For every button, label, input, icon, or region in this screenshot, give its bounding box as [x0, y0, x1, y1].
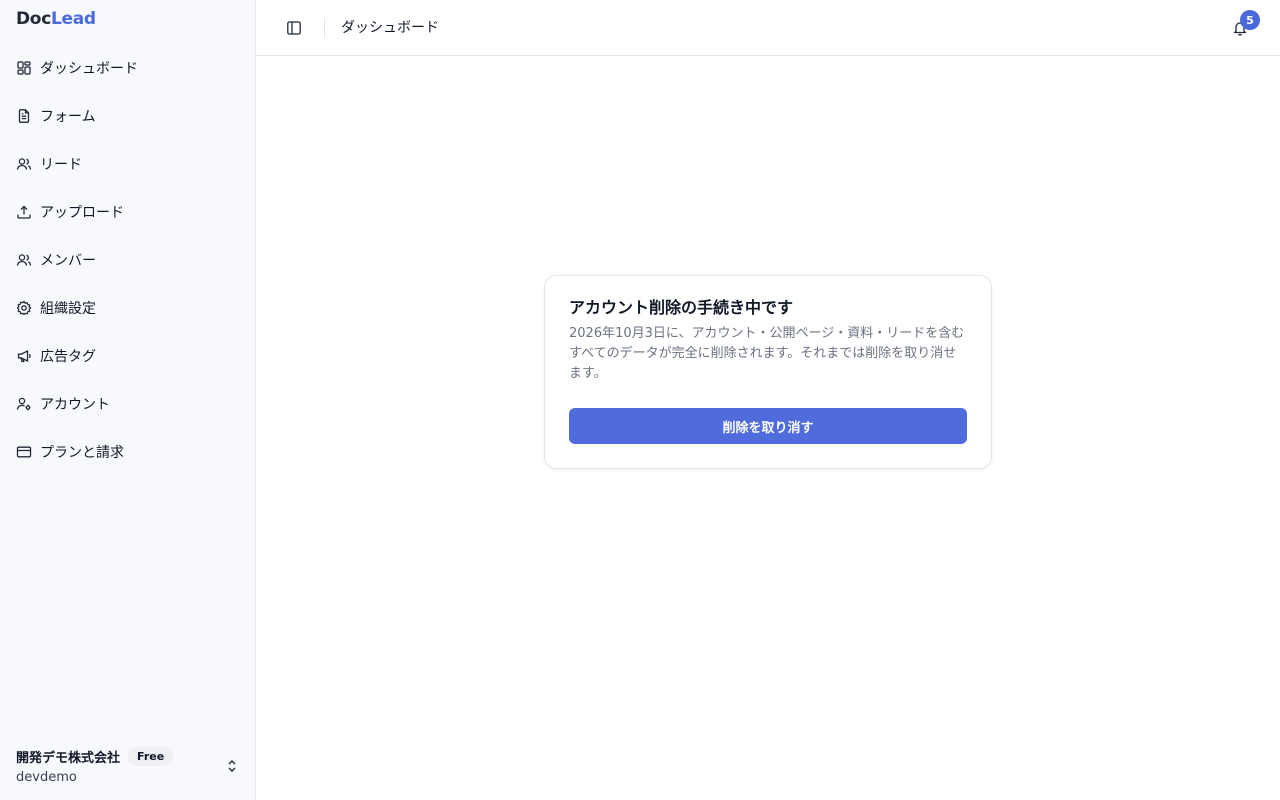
users-icon [16, 252, 32, 268]
deletion-pending-card: アカウント削除の手続き中です 2026年10月3日に、アカウント・公開ページ・資… [544, 275, 992, 469]
brand-logo[interactable]: DocLead [16, 8, 96, 30]
sidebar-item-label: プランと請求 [40, 445, 124, 461]
sidebar-item-upload[interactable]: アップロード [8, 188, 248, 236]
document-icon [16, 108, 32, 124]
card-title: アカウント削除の手続き中です [569, 298, 794, 317]
sidebar-item-label: アカウント [40, 397, 110, 413]
sidebar-item-label: 広告タグ [40, 349, 96, 365]
dashboard-icon [16, 60, 32, 76]
sidebar-toggle-icon[interactable] [282, 16, 306, 40]
sidebar-item-ad-tags[interactable]: 広告タグ [8, 332, 248, 380]
brand-logo-part1: Doc [16, 9, 51, 29]
sidebar-item-label: リード [40, 157, 82, 173]
sidebar-item-label: ダッシュボード [40, 61, 138, 77]
cancel-deletion-button[interactable]: 削除を取り消す [569, 408, 967, 444]
plan-badge: Free [128, 747, 174, 766]
header-divider [324, 18, 325, 38]
sidebar-item-leads[interactable]: リード [8, 140, 248, 188]
card-description: 2026年10月3日に、アカウント・公開ページ・資料・リードを含むすべてのデータ… [569, 326, 965, 381]
org-slug: devdemo [16, 770, 77, 785]
sidebar-item-members[interactable]: メンバー [8, 236, 248, 284]
org-name: 開発デモ株式会社 [16, 751, 121, 766]
app-root: DocLead ダッシュボード フォーム リード アップロード メンバー 組織設… [0, 0, 1280, 800]
sidebar-item-label: 組織設定 [40, 301, 96, 317]
sidebar-item-label: アップロード [40, 205, 124, 221]
main-content: ダッシュボード 5 アカウント削除の手続き中です 2026年10月3日に、アカウ… [256, 0, 1280, 800]
sidebar-item-label: メンバー [40, 253, 96, 269]
org-info: 開発デモ株式会社 Free devdemo [16, 747, 224, 785]
sidebar-nav: ダッシュボード フォーム リード アップロード メンバー 組織設定 広告タグ ア… [8, 44, 248, 476]
chevrons-up-down-icon[interactable] [224, 758, 240, 774]
megaphone-icon [16, 348, 32, 364]
sidebar-item-forms[interactable]: フォーム [8, 92, 248, 140]
sidebar-item-billing[interactable]: プランと請求 [8, 428, 248, 476]
credit-card-icon [16, 444, 32, 460]
page-title: ダッシュボード [341, 20, 439, 36]
user-cog-icon [16, 396, 32, 412]
users-icon [16, 156, 32, 172]
top-bar: ダッシュボード 5 [256, 0, 1280, 56]
upload-icon [16, 204, 32, 220]
brand-logo-part2: Lead [50, 9, 96, 29]
sidebar-item-label: フォーム [40, 109, 96, 125]
sidebar: DocLead ダッシュボード フォーム リード アップロード メンバー 組織設… [0, 0, 256, 800]
sidebar-item-account[interactable]: アカウント [8, 380, 248, 428]
gear-icon [16, 300, 32, 316]
sidebar-item-org-settings[interactable]: 組織設定 [8, 284, 248, 332]
notification-badge: 5 [1240, 10, 1260, 30]
sidebar-item-dashboard[interactable]: ダッシュボード [8, 44, 248, 92]
org-switcher[interactable]: 開発デモ株式会社 Free devdemo [16, 744, 240, 788]
